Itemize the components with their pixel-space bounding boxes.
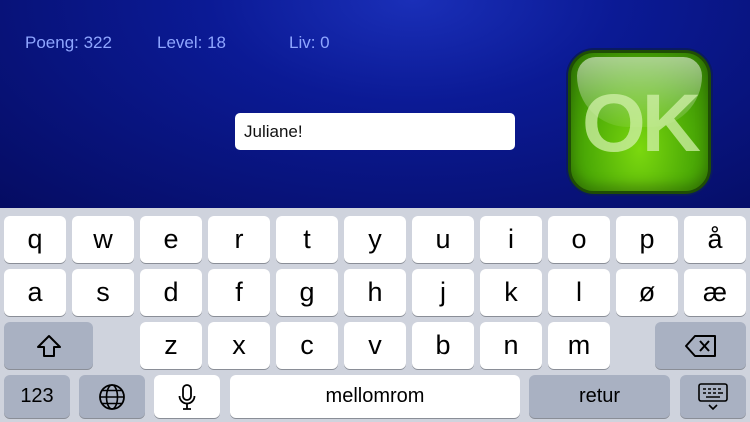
- key-z[interactable]: z: [140, 322, 202, 369]
- key-x[interactable]: x: [208, 322, 270, 369]
- key-j[interactable]: j: [412, 269, 474, 316]
- dictation-key[interactable]: [154, 375, 220, 418]
- space-key[interactable]: mellomrom: [230, 375, 520, 418]
- key-v[interactable]: v: [344, 322, 406, 369]
- key-p[interactable]: p: [616, 216, 678, 263]
- key-k[interactable]: k: [480, 269, 542, 316]
- key-i[interactable]: i: [480, 216, 542, 263]
- score-label: Poeng: 322: [25, 33, 112, 52]
- key-s[interactable]: s: [72, 269, 134, 316]
- backspace-icon: [684, 334, 718, 358]
- key-w[interactable]: w: [72, 216, 134, 263]
- key-aa[interactable]: å: [684, 216, 746, 263]
- keyboard-dismiss-icon: [697, 382, 729, 412]
- shift-key[interactable]: [4, 322, 93, 369]
- shift-icon: [36, 334, 62, 358]
- globe-key[interactable]: [79, 375, 145, 418]
- lives-label: Liv: 0: [289, 33, 330, 52]
- key-c[interactable]: c: [276, 322, 338, 369]
- key-q[interactable]: q: [4, 216, 66, 263]
- key-h[interactable]: h: [344, 269, 406, 316]
- key-d[interactable]: d: [140, 269, 202, 316]
- key-o[interactable]: o: [548, 216, 610, 263]
- player-name-input[interactable]: [235, 113, 515, 150]
- key-b[interactable]: b: [412, 322, 474, 369]
- key-t[interactable]: t: [276, 216, 338, 263]
- key-g[interactable]: g: [276, 269, 338, 316]
- numbers-key[interactable]: 123: [4, 375, 70, 418]
- keyboard-dismiss-key[interactable]: [680, 375, 746, 418]
- key-l[interactable]: l: [548, 269, 610, 316]
- globe-icon: [98, 383, 126, 411]
- key-ae[interactable]: æ: [684, 269, 746, 316]
- key-m[interactable]: m: [548, 322, 610, 369]
- ok-button-label: OK: [582, 78, 701, 169]
- return-key[interactable]: retur: [529, 375, 670, 418]
- key-oe[interactable]: ø: [616, 269, 678, 316]
- key-n[interactable]: n: [480, 322, 542, 369]
- key-r[interactable]: r: [208, 216, 270, 263]
- ok-button[interactable]: OK: [568, 50, 711, 194]
- backspace-key[interactable]: [655, 322, 746, 369]
- microphone-icon: [177, 383, 197, 411]
- game-area: Poeng: 322 Level: 18 Liv: 0 OK: [0, 0, 750, 208]
- keyboard: q w e r t y u i o p å a s d f g h j k l …: [0, 208, 750, 422]
- key-a[interactable]: a: [4, 269, 66, 316]
- key-y[interactable]: y: [344, 216, 406, 263]
- key-u[interactable]: u: [412, 216, 474, 263]
- key-f[interactable]: f: [208, 269, 270, 316]
- key-e[interactable]: e: [140, 216, 202, 263]
- level-label: Level: 18: [157, 33, 226, 52]
